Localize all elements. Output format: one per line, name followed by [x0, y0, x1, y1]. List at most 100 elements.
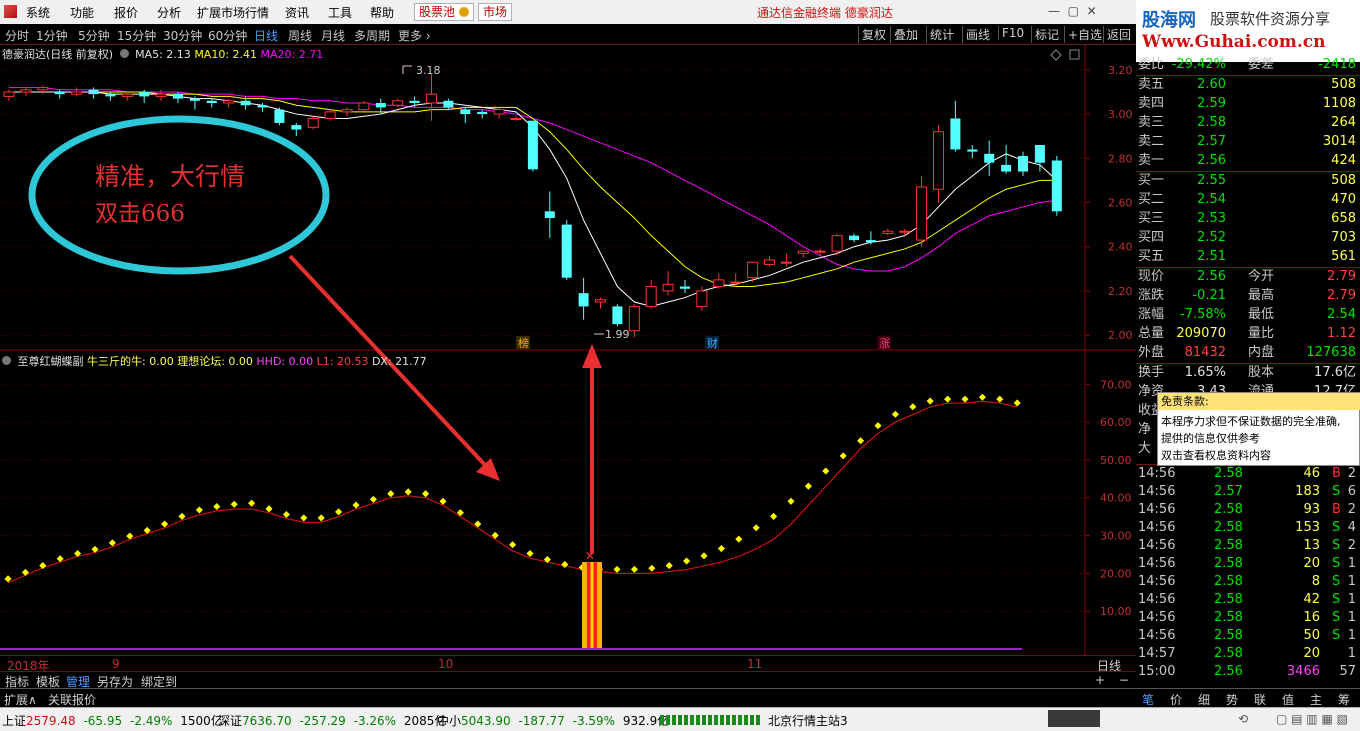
period-daily[interactable]: 日线 [254, 27, 278, 44]
rtab-trend[interactable]: 势 [1226, 691, 1238, 708]
layout-icons[interactable]: ▢ ▤ ▥ ▦ ▧ [1276, 712, 1348, 726]
menu-item-help[interactable]: 帮助 [370, 4, 394, 21]
tick-side: S [1332, 610, 1341, 625]
market-button[interactable]: 市场 [478, 3, 513, 21]
period-15min[interactable]: 15分钟 [117, 27, 156, 44]
tick-volume: 183 [1295, 484, 1320, 499]
ma5-label: MA5: 2.13 [135, 48, 191, 61]
refresh-icon[interactable]: ⟲ [1238, 712, 1248, 726]
menu-item-tools[interactable]: 工具 [328, 4, 352, 21]
stat-row: 涨跌 -0.21 最高 2.79 [1136, 287, 1360, 305]
rtab-price[interactable]: 价 [1170, 691, 1182, 708]
candle-body-up [324, 111, 336, 119]
disclaimer-line1: 本程序力求但不保证数据的完全准确, [1161, 415, 1341, 428]
tab-extend[interactable]: 扩展∧ [4, 691, 37, 708]
server-name[interactable]: 北京行情主站3 [768, 712, 848, 729]
bid-diff-label: 委差 [1248, 57, 1275, 72]
callout-line1: 精准，大行情 [95, 162, 245, 191]
window-controls-icon[interactable]: — ▢ ✕ [1048, 4, 1097, 18]
menu-item-quote[interactable]: 报价 [114, 4, 138, 21]
coin-icon [458, 7, 469, 17]
indicator-dot [265, 505, 273, 513]
maximize-icon[interactable] [1069, 49, 1080, 60]
index-sh-change: -65.95 [83, 714, 123, 728]
period-5min[interactable]: 5分钟 [78, 27, 110, 44]
quote-panel: 委比 -29.42% 委差 -2418 卖五 2.60 508 卖四 2.59 1108 卖三 2.5… [1136, 57, 1360, 688]
period-30min[interactable]: 30分钟 [163, 27, 202, 44]
tick-count: 2 [1347, 502, 1356, 517]
candle-body-down [375, 103, 386, 108]
diamond-icon[interactable] [1050, 49, 1062, 61]
indicator-dot [717, 545, 725, 553]
event-badge-cai[interactable]: 财 [705, 336, 719, 350]
zoom-out-icon[interactable]: − [1116, 673, 1132, 687]
f10-button[interactable]: F10 [998, 26, 1027, 40]
candle-body-up [814, 250, 826, 253]
indicator-dot [787, 497, 795, 505]
ime-indicator-icon[interactable] [1048, 710, 1100, 727]
statistics-button[interactable]: 统计 [926, 26, 957, 43]
tick-price: 2.58 [1214, 466, 1243, 481]
candle-body-down [240, 100, 251, 106]
period-monthly[interactable]: 月线 [321, 27, 345, 44]
period-multi[interactable]: 多周期 [354, 27, 390, 44]
rtab-value[interactable]: 值 [1282, 691, 1294, 708]
bid-row: 买四 2.52 703 [1136, 229, 1360, 247]
menu-item-function[interactable]: 功能 [70, 4, 94, 21]
toggle-circle-icon[interactable] [119, 49, 129, 58]
indicator-tabs: 指标 模板 管理 另存为 绑定到 + − [0, 671, 1136, 689]
rtab-chips[interactable]: 筹 [1338, 691, 1350, 708]
index-zx[interactable]: 中小5043.90 -187.77 -3.59% 932.9亿 [437, 712, 669, 729]
zoom-in-icon[interactable]: + [1092, 673, 1108, 687]
tick-volume: 16 [1303, 610, 1320, 625]
date-month-9: 9 [112, 657, 120, 671]
ask-row: 卖二 2.57 3014 [1136, 133, 1360, 151]
period-more[interactable]: 更多 › [398, 27, 431, 44]
event-badge-bang[interactable]: 榜 [516, 336, 530, 350]
rtab-main[interactable]: 主 [1310, 691, 1322, 708]
rtab-trades[interactable]: 笔 [1142, 691, 1154, 708]
menu-item-extended-market[interactable]: 扩展市场行情 [197, 4, 269, 21]
kline-chart[interactable]: 3.20 3.00 2.80 2.60 2.40 2.20 2.00 3.18 1.99 榜… [0, 44, 1136, 655]
menu-item-analysis[interactable]: 分析 [157, 4, 181, 21]
index-sh[interactable]: 上证2579.48 -65.95 -2.49% 1500亿 [2, 712, 223, 729]
mark-button[interactable]: 标记 [1031, 26, 1062, 43]
ask-label: 卖一 [1138, 153, 1165, 168]
tick-volume: 93 [1303, 502, 1320, 517]
candle-body-up [713, 279, 725, 288]
period-1min[interactable]: 1分钟 [36, 27, 68, 44]
tab-related-quote[interactable]: 关联报价 [48, 691, 96, 708]
back-button[interactable]: 返回 [1103, 26, 1134, 43]
indicator-dot [804, 482, 812, 490]
tick-price: 2.58 [1214, 574, 1243, 589]
bid-volume: 508 [1331, 173, 1356, 188]
indicator-dot [926, 397, 934, 405]
period-weekly[interactable]: 周线 [288, 27, 312, 44]
restore-rights-button[interactable]: 复权 [858, 26, 889, 43]
indicator-circle-icon[interactable] [2, 356, 11, 365]
add-watchlist-button[interactable]: +自选 [1064, 26, 1105, 43]
menu-item-news[interactable]: 资讯 [285, 4, 309, 21]
overlay-button[interactable]: 叠加 [890, 26, 921, 43]
disclaimer-tooltip[interactable]: 免责条款: 本程序力求但不保证数据的完全准确, 提供的信息仅供参考 双击查看权息… [1157, 392, 1360, 466]
draw-line-button[interactable]: 画线 [962, 26, 993, 43]
ask-volume: 1108 [1322, 96, 1356, 111]
index-sz[interactable]: 深证7636.70 -257.29 -3.26% 2085亿 [218, 712, 446, 729]
tick-time: 14:56 [1138, 574, 1176, 589]
stat-value: 81432 [1184, 345, 1226, 360]
menu-item-system[interactable]: 系统 [26, 4, 50, 21]
candle-body-down [291, 125, 302, 130]
tick-time: 14:56 [1138, 592, 1176, 607]
bid-price: 2.55 [1197, 173, 1226, 188]
indicator-dot [248, 499, 256, 507]
stat2-label: 换手 [1138, 365, 1165, 380]
event-badge-zhang[interactable]: 涨 [877, 336, 891, 350]
rtab-detail[interactable]: 细 [1198, 691, 1210, 708]
tick-count: 1 [1347, 592, 1356, 607]
index-zx-label: 中小 [437, 714, 462, 728]
period-tick[interactable]: 分时 [5, 27, 29, 44]
rtab-related[interactable]: 联 [1254, 691, 1266, 708]
period-60min[interactable]: 60分钟 [208, 27, 247, 44]
stock-pool-button[interactable]: 股票池 [414, 3, 474, 21]
indicator-tick-label: 10.00 [1100, 605, 1132, 618]
